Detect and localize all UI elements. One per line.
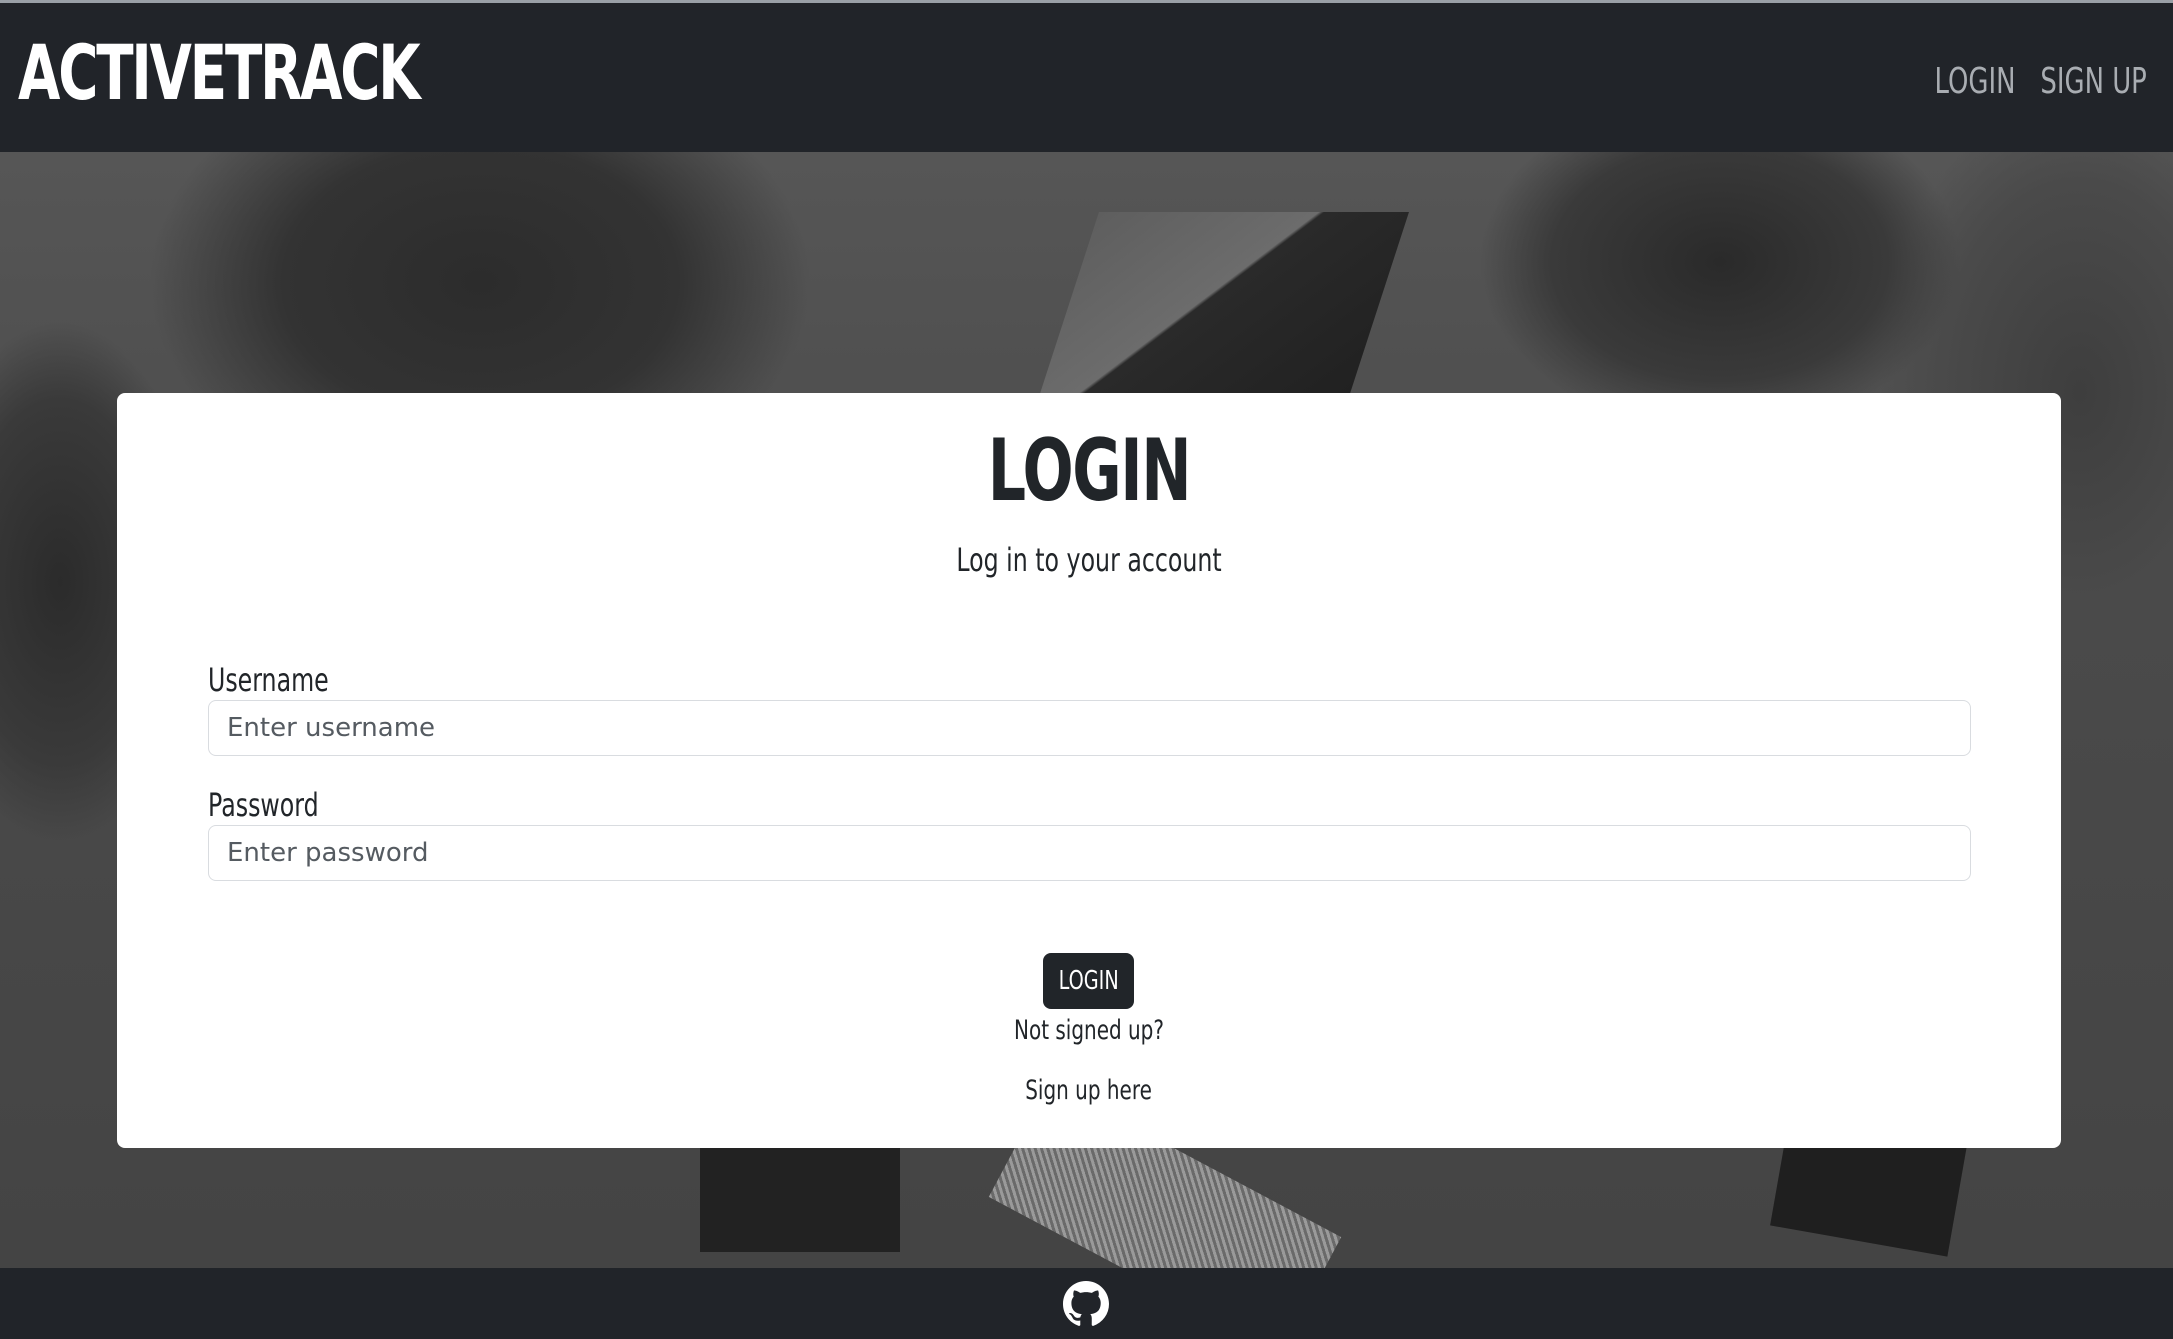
password-label: Password xyxy=(208,786,319,824)
login-button-label: LOGIN xyxy=(1058,966,1119,996)
brand-logo[interactable]: ACTIVETRACK xyxy=(18,28,421,117)
github-icon[interactable] xyxy=(1063,1280,1109,1327)
footer xyxy=(0,1268,2173,1339)
nav-signup-link[interactable]: SIGN UP xyxy=(2041,61,2147,102)
password-input[interactable] xyxy=(208,825,1971,881)
not-signed-up-text: Not signed up? xyxy=(1014,1015,1164,1046)
nav-login-link[interactable]: LOGIN xyxy=(1934,61,2015,102)
nav-links: LOGIN SIGN UP xyxy=(1903,61,2147,102)
username-label: Username xyxy=(208,661,329,699)
signup-here-link[interactable]: Sign up here xyxy=(1026,1075,1153,1106)
page-subtitle: Log in to your account xyxy=(956,541,1222,579)
login-card: LOGIN Log in to your account Username Pa… xyxy=(117,393,2061,1148)
weight-shape xyxy=(700,1132,900,1252)
navbar: ACTIVETRACK LOGIN SIGN UP xyxy=(0,3,2173,152)
signup-link-container: Sign up here xyxy=(117,1075,2061,1106)
username-input[interactable] xyxy=(208,700,1971,756)
page-title: LOGIN xyxy=(987,421,1192,521)
login-button[interactable]: LOGIN xyxy=(1043,953,1134,1009)
